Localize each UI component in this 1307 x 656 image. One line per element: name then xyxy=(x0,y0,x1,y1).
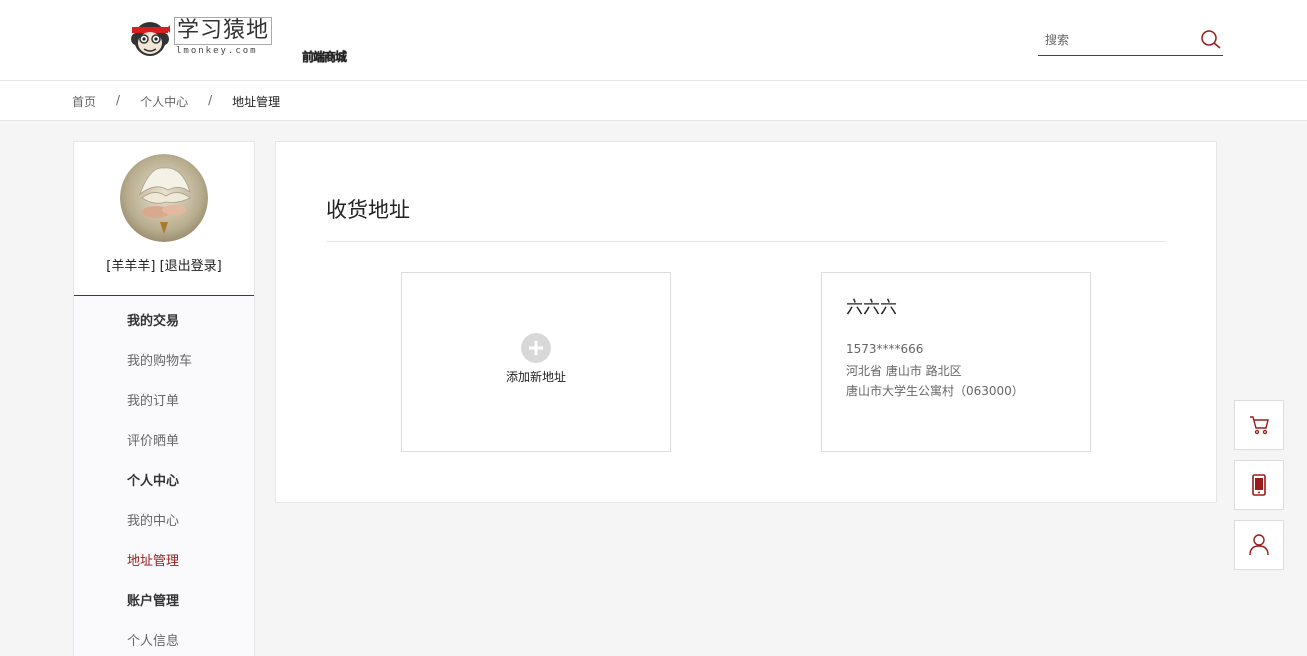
floating-cart-button[interactable] xyxy=(1234,400,1284,450)
plus-icon xyxy=(521,333,551,363)
floating-mobile-button[interactable] xyxy=(1234,460,1284,510)
breadcrumb-current: 地址管理 xyxy=(232,95,281,109)
monkey-logo-icon xyxy=(131,22,170,56)
menu-heading-my-trade: 我的交易 xyxy=(127,314,180,329)
menu-heading-personal-center: 个人中心 xyxy=(127,474,180,489)
user-sidebar: [羊羊羊] [退出登录] 我的交易 我的购物车 我的订单 评价晒单 个人中心 我… xyxy=(73,141,255,656)
username-link[interactable]: [羊羊羊] xyxy=(106,259,155,274)
floating-user-button[interactable] xyxy=(1234,520,1284,570)
logo-title: 学习猿地 xyxy=(174,17,273,45)
menu-item-address-management[interactable]: 地址管理 xyxy=(127,550,179,569)
address-detail: 唐山市大学生公寓村（063000） xyxy=(846,384,1024,398)
site-logo[interactable]: 学习猿地 lmonkey.com xyxy=(130,17,273,59)
breadcrumb-separator: / xyxy=(116,93,121,107)
menu-item-my-center[interactable]: 我的中心 xyxy=(127,510,179,529)
menu-heading-account-management: 账户管理 xyxy=(127,594,180,609)
address-region: 河北省 唐山市 路北区 xyxy=(846,364,962,378)
sidebar-menu: 我的交易 我的购物车 我的订单 评价晒单 个人中心 我的中心 地址管理 账户管理… xyxy=(74,296,254,656)
address-panel: 收货地址 添加新地址 六六六 1573****666 河北省 唐山市 路北区 唐… xyxy=(275,141,1217,503)
logo-tagline: 前端商城 xyxy=(302,50,347,64)
menu-item-my-cart[interactable]: 我的购物车 xyxy=(127,350,192,369)
user-icon xyxy=(1249,534,1269,556)
menu-item-personal-info[interactable]: 个人信息 xyxy=(127,630,179,649)
site-header: 学习猿地 lmonkey.com 前端商城 xyxy=(0,0,1307,81)
breadcrumb-separator: / xyxy=(208,93,213,107)
search-icon[interactable] xyxy=(1199,28,1223,52)
search-box xyxy=(1038,27,1223,56)
add-address-label: 添加新地址 xyxy=(505,370,566,384)
avatar[interactable] xyxy=(120,154,208,242)
phone-icon xyxy=(1252,474,1266,496)
search-input[interactable] xyxy=(1038,27,1188,53)
logout-link[interactable]: [退出登录] xyxy=(160,259,222,274)
address-card[interactable]: 六六六 1573****666 河北省 唐山市 路北区 唐山市大学生公寓村（06… xyxy=(821,272,1091,452)
breadcrumb-home[interactable]: 首页 xyxy=(72,93,96,110)
title-divider xyxy=(326,241,1166,242)
address-phone: 1573****666 xyxy=(846,342,924,356)
breadcrumb-bar: 首页 / 个人中心 / 地址管理 xyxy=(0,81,1307,121)
add-address-card[interactable]: 添加新地址 xyxy=(401,272,671,452)
logo-subtitle: lmonkey.com xyxy=(176,46,258,56)
breadcrumb-personal-center[interactable]: 个人中心 xyxy=(140,93,188,110)
page-title: 收货地址 xyxy=(326,198,410,222)
logo-text: 学习猿地 lmonkey.com xyxy=(174,17,273,56)
address-recipient-name: 六六六 xyxy=(846,298,897,318)
breadcrumb: 首页 / 个人中心 / 地址管理 xyxy=(72,93,280,110)
user-info-line: [羊羊羊] [退出登录] xyxy=(74,255,254,274)
cart-icon xyxy=(1250,416,1269,435)
menu-item-reviews[interactable]: 评价晒单 xyxy=(127,430,179,449)
menu-item-my-orders[interactable]: 我的订单 xyxy=(127,390,179,409)
